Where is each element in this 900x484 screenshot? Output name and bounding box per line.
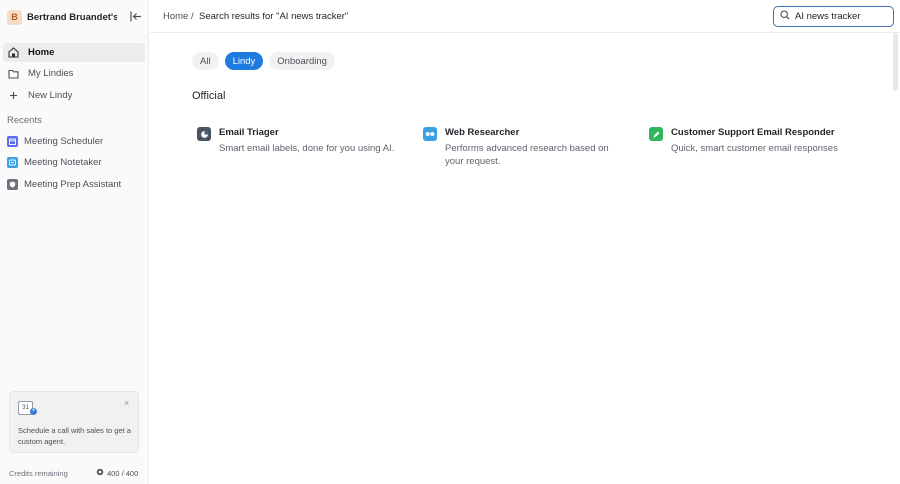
workspace-avatar: B xyxy=(7,9,22,25)
recent-item-label: Meeting Prep Assistant xyxy=(24,178,122,190)
breadcrumb-separator: / xyxy=(191,11,194,22)
card-description: Quick, smart customer email responses xyxy=(671,143,838,154)
recent-item-label: Meeting Notetaker xyxy=(24,156,102,168)
shield-icon xyxy=(7,178,18,190)
plus-icon xyxy=(7,90,19,102)
calendar-icon xyxy=(7,135,18,147)
folder-icon xyxy=(7,68,19,80)
home-icon xyxy=(7,47,19,59)
tab-all[interactable]: All xyxy=(192,52,219,70)
sidebar-item-home[interactable]: Home xyxy=(3,43,145,62)
recent-item-meeting-notetaker[interactable]: Meeting Notetaker xyxy=(7,154,147,170)
gear-icon xyxy=(96,468,104,478)
workspace-switcher[interactable]: B Bertrand Bruandet's... xyxy=(7,9,141,25)
breadcrumb-home[interactable]: Home xyxy=(163,11,188,22)
section-title: Official xyxy=(192,90,226,102)
card-customer-support-email-responder[interactable]: Customer Support Email Responder Quick, … xyxy=(649,126,879,172)
close-icon[interactable]: × xyxy=(124,398,129,408)
notes-icon xyxy=(7,156,18,168)
sidebar-item-label: New Lindy xyxy=(28,90,73,101)
card-description: Performs advanced research based on your… xyxy=(445,143,609,167)
credits-label: Credits remaining xyxy=(9,469,68,478)
sidebar-item-label: Home xyxy=(28,47,55,58)
credits-value: 400 / 400 xyxy=(96,468,138,478)
customer-support-icon xyxy=(649,127,663,141)
promo-text: Schedule a call with sales to get a cust… xyxy=(18,426,131,446)
card-title: Customer Support Email Responder xyxy=(671,127,835,138)
credits-amount: 400 / 400 xyxy=(107,468,139,478)
workspace-name: Bertrand Bruandet's... xyxy=(27,11,117,23)
topbar: Home / Search results for "AI news track… xyxy=(150,0,900,33)
card-title: Web Researcher xyxy=(445,127,520,138)
recent-item-meeting-prep-assistant[interactable]: Meeting Prep Assistant xyxy=(7,176,147,192)
tab-lindy[interactable]: Lindy xyxy=(224,52,264,70)
card-web-researcher[interactable]: Web Researcher Performs advanced researc… xyxy=(423,126,638,172)
search-input[interactable] xyxy=(795,11,891,22)
scrollbar[interactable] xyxy=(893,33,898,91)
search-box[interactable] xyxy=(773,6,894,27)
card-title: Email Triager xyxy=(219,127,279,138)
sidebar: B Bertrand Bruandet's... Home My Lindies… xyxy=(0,0,149,484)
sidebar-item-my-lindies[interactable]: My Lindies xyxy=(3,64,145,83)
sidebar-item-label: My Lindies xyxy=(28,68,74,79)
collapse-sidebar-icon[interactable] xyxy=(129,10,142,23)
sidebar-item-new-lindy[interactable]: New Lindy xyxy=(3,86,145,105)
sales-call-promo[interactable]: 31 + × Schedule a call with sales to get… xyxy=(9,391,139,453)
email-triager-icon xyxy=(197,127,211,141)
web-researcher-icon xyxy=(423,127,437,141)
recents-heading: Recents xyxy=(7,115,42,126)
card-email-triager[interactable]: Email Triager Smart email labels, done f… xyxy=(197,126,412,172)
filter-tabs: All Lindy Onboarding xyxy=(192,52,341,70)
plus-badge-icon: + xyxy=(30,408,37,415)
recent-item-meeting-scheduler[interactable]: Meeting Scheduler xyxy=(7,133,147,149)
search-icon xyxy=(780,10,790,23)
recent-item-label: Meeting Scheduler xyxy=(24,135,104,147)
breadcrumb-current: Search results for "AI news tracker" xyxy=(199,11,349,22)
card-description: Smart email labels, done for you using A… xyxy=(219,143,395,154)
tab-onboarding[interactable]: Onboarding xyxy=(269,52,335,70)
